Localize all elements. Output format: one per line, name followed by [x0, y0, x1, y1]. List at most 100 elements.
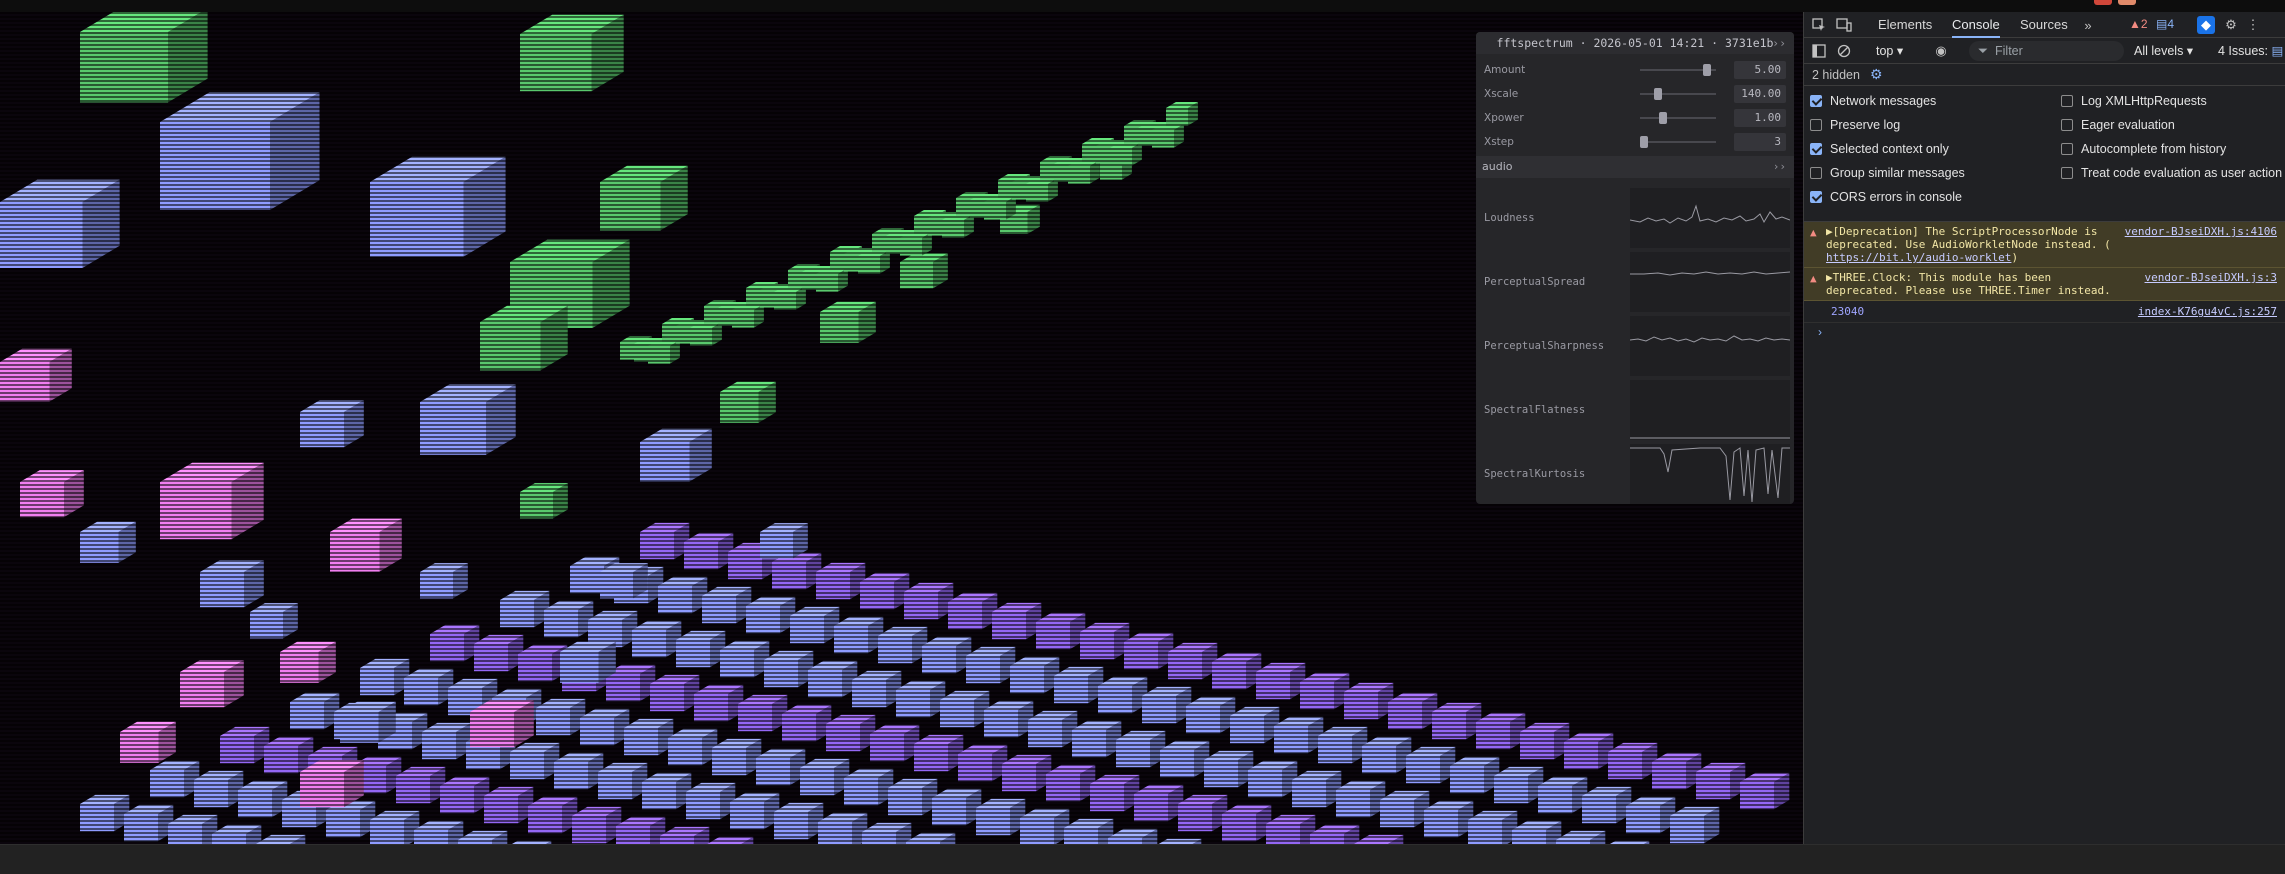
- setting-label: CORS errors in console: [1830, 190, 1962, 204]
- slider-knob[interactable]: [1659, 112, 1668, 124]
- source-link[interactable]: vendor-BJseiDXH.js:4106: [2125, 225, 2277, 238]
- webgl-canvas[interactable]: fftspectrum · 2026-05-01 14:21 · 3731e1b…: [0, 12, 1803, 844]
- param-xscale: Xscale 140.00: [1480, 82, 1790, 106]
- setting-checkbox[interactable]: CORS errors in console: [1810, 188, 1962, 206]
- panel-title[interactable]: fftspectrum · 2026-05-01 14:21 · 3731e1b…: [1476, 32, 1794, 54]
- more-tabs-icon[interactable]: »: [2079, 16, 2097, 34]
- spectral-flatness-graph: [1630, 380, 1790, 440]
- device-toolbar-icon[interactable]: [1835, 16, 1853, 34]
- message-badge[interactable]: ▤4: [2156, 17, 2174, 31]
- tab-indicator: [2094, 0, 2112, 5]
- devtools-tab-bar: Elements Console Sources » ▲2 ▤4 ◆ ⚙ ⋮: [1804, 12, 2285, 38]
- param-xstep: Xstep 3: [1480, 130, 1790, 154]
- checkbox[interactable]: [1810, 143, 1822, 155]
- console-messages: ▲ ▶[Deprecation] The ScriptProcessorNode …: [1804, 222, 2285, 343]
- hidden-count: 2 hidden: [1812, 68, 1860, 82]
- log-message[interactable]: 23040 index-K76gu4vC.js:257: [1804, 301, 2285, 323]
- gear-icon[interactable]: ⚙: [2222, 16, 2240, 34]
- message-count: 4: [2167, 17, 2175, 31]
- setting-checkbox[interactable]: Log XMLHttpRequests: [2061, 92, 2207, 110]
- sidebar-toggle-icon[interactable]: [1810, 42, 1828, 60]
- param-label: Xstep: [1484, 136, 1514, 148]
- setting-checkbox[interactable]: Preserve log: [1810, 116, 1900, 134]
- dropdown-icon: ▾: [1893, 44, 1904, 58]
- xpower-slider[interactable]: [1640, 112, 1716, 124]
- console-settings-icon[interactable]: ⚙: [1870, 66, 1883, 83]
- warning-icon: ▲: [2129, 17, 2141, 31]
- issues-icon: ▤: [2268, 44, 2284, 58]
- setting-checkbox[interactable]: Eager evaluation: [2061, 116, 2175, 134]
- tab-elements[interactable]: Elements: [1878, 12, 1932, 38]
- warning-message[interactable]: ▲ ▶[Deprecation] The ScriptProcessorNode …: [1804, 222, 2285, 268]
- slider-knob[interactable]: [1702, 64, 1711, 76]
- hidden-messages-row: 2 hidden ⚙: [1804, 64, 2285, 86]
- context-selector[interactable]: top ▾: [1876, 43, 1903, 58]
- warning-badge[interactable]: ▲2: [2129, 17, 2148, 31]
- warning-count: 2: [2140, 17, 2148, 31]
- setting-checkbox[interactable]: Autocomplete from history: [2061, 140, 2226, 158]
- xscale-input[interactable]: 140.00: [1734, 85, 1786, 103]
- param-amount: Amount 5.00: [1480, 58, 1790, 82]
- kebab-menu-icon[interactable]: ⋮: [2244, 16, 2262, 34]
- clear-console-icon[interactable]: [1835, 42, 1853, 60]
- setting-label: Autocomplete from history: [2081, 142, 2227, 156]
- graph-label: SpectralFlatness: [1484, 404, 1586, 416]
- setting-label: Preserve log: [1830, 118, 1901, 132]
- filter-placeholder: Filter: [1995, 44, 2023, 58]
- xpower-input[interactable]: 1.00: [1734, 109, 1786, 127]
- params-panel[interactable]: fftspectrum · 2026-05-01 14:21 · 3731e1b…: [1476, 32, 1794, 504]
- setting-checkbox[interactable]: Selected context only: [1810, 140, 1949, 158]
- checkbox[interactable]: [1810, 95, 1822, 107]
- spectral-kurtosis-graph: [1630, 444, 1790, 504]
- graph-label: PerceptualSpread: [1484, 276, 1586, 288]
- filter-input[interactable]: ⏷ Filter: [1969, 41, 2124, 61]
- setting-checkbox[interactable]: Network messages: [1810, 92, 1936, 110]
- slider-knob[interactable]: [1640, 136, 1648, 148]
- setting-checkbox[interactable]: Treat code evaluation as user action: [2061, 164, 2282, 182]
- source-link[interactable]: vendor-BJseiDXH.js:3: [2145, 271, 2277, 284]
- checkbox[interactable]: [1810, 167, 1822, 179]
- setting-label: Treat code evaluation as user action: [2081, 166, 2283, 180]
- warning-message[interactable]: ▲ ▶THREE.Clock: This module has been depre…: [1804, 268, 2285, 301]
- setting-checkbox[interactable]: Group similar messages: [1810, 164, 1965, 182]
- message-icon: ▤: [2156, 17, 2168, 31]
- checkbox[interactable]: [2061, 167, 2073, 179]
- graph-spectral-flatness: SpectralFlatness: [1480, 378, 1790, 442]
- message-link[interactable]: https://bit.ly/audio-worklet: [1826, 251, 2011, 264]
- setting-label: Log XMLHttpRequests: [2081, 94, 2207, 108]
- xstep-slider[interactable]: [1640, 136, 1716, 148]
- issues-label: 4 Issues:: [2218, 44, 2269, 58]
- collapse-icon[interactable]: ››: [1773, 156, 1786, 178]
- ai-assistance-icon[interactable]: ◆: [2197, 16, 2215, 34]
- tab-sources[interactable]: Sources: [2020, 12, 2068, 38]
- context-value: top: [1876, 44, 1894, 58]
- checkbox[interactable]: [2061, 95, 2073, 107]
- param-xpower: Xpower 1.00: [1480, 106, 1790, 130]
- source-link[interactable]: index-K76gu4vC.js:257: [2138, 305, 2277, 318]
- setting-label: Network messages: [1830, 94, 1937, 108]
- perceptual-spread-graph: [1630, 252, 1790, 312]
- amount-input[interactable]: 5.00: [1734, 61, 1786, 79]
- checkbox[interactable]: [1810, 119, 1822, 131]
- inspect-element-icon[interactable]: [1810, 16, 1828, 34]
- console-prompt[interactable]: ›: [1804, 323, 2285, 343]
- slider-knob[interactable]: [1653, 88, 1662, 100]
- xscale-slider[interactable]: [1640, 88, 1716, 100]
- setting-label: Group similar messages: [1830, 166, 1965, 180]
- audio-folder[interactable]: audio ››: [1476, 156, 1794, 178]
- checkbox[interactable]: [2061, 143, 2073, 155]
- checkbox[interactable]: [2061, 119, 2073, 131]
- levels-value: All levels: [2134, 44, 2184, 58]
- collapse-icon[interactable]: ››: [1772, 32, 1786, 54]
- issues-button[interactable]: 4 Issues: ▤: [2218, 43, 2283, 58]
- amount-slider[interactable]: [1640, 64, 1716, 76]
- eye-icon[interactable]: ◉: [1932, 42, 1950, 60]
- checkbox[interactable]: [1810, 191, 1822, 203]
- log-levels-dropdown[interactable]: All levels ▾: [2134, 43, 2193, 58]
- message-text: deprecated. Please use THREE.Timer inste…: [1826, 284, 2111, 297]
- graph-label: PerceptualSharpness: [1484, 340, 1605, 352]
- graph-spectral-kurtosis: SpectralKurtosis: [1480, 442, 1790, 504]
- xstep-input[interactable]: 3: [1734, 133, 1786, 151]
- tab-console[interactable]: Console: [1952, 12, 2000, 38]
- graph-loudness: Loudness: [1480, 186, 1790, 250]
